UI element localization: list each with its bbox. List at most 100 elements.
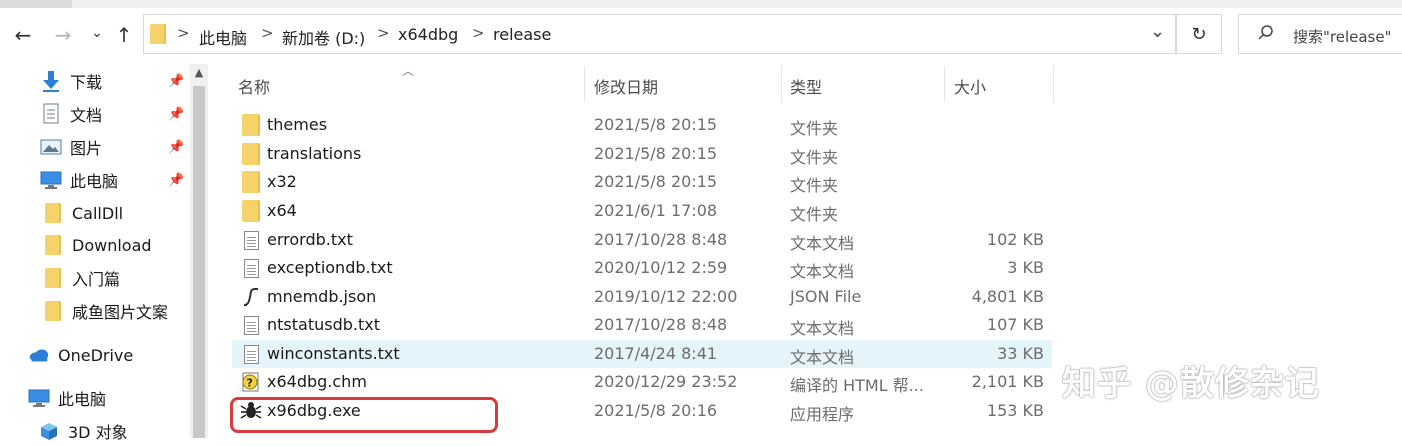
window-tab[interactable] [0, 0, 72, 8]
cloud-icon [28, 344, 50, 366]
file-row[interactable]: translations 2021/5/8 20:15 文件夹 [232, 140, 1052, 168]
column-divider[interactable] [584, 66, 585, 102]
file-name: winconstants.txt [267, 344, 400, 363]
forward-button[interactable]: → [50, 22, 76, 48]
sidebar-item-calldll[interactable]: CallDll [42, 198, 123, 228]
file-type: JSON File [790, 287, 862, 306]
breadcrumb-separator: > [377, 24, 390, 42]
sidebar-item-label: 文档 [70, 106, 103, 125]
pin-icon[interactable]: 📌 [168, 107, 184, 122]
folder-icon [240, 200, 262, 222]
sidebar-item-onedrive[interactable]: OneDrive [28, 340, 133, 370]
up-button[interactable]: ↑ [111, 22, 137, 48]
file-name: x32 [267, 172, 297, 191]
file-type: 文本文档 [790, 319, 855, 338]
column-header-modified[interactable]: 修改日期 [594, 74, 658, 98]
search-icon [1257, 24, 1275, 47]
file-date: 2017/10/28 8:48 [594, 230, 728, 249]
file-row-hovered[interactable]: winconstants.txt 2017/4/24 8:41 文本文档 33 … [232, 340, 1052, 368]
file-size: 4,801 KB [971, 287, 1044, 306]
sidebar-item-label: 此电脑 [58, 390, 107, 409]
file-date: 2017/4/24 8:41 [594, 344, 718, 363]
sidebar-item-pictures[interactable]: 图片 [40, 132, 102, 162]
sidebar-item-this-pc[interactable]: 此电脑 [28, 383, 106, 413]
file-row[interactable]: errordb.txt 2017/10/28 8:48 文本文档 102 KB [232, 226, 1052, 254]
sidebar-item-documents[interactable]: 文档 [40, 99, 102, 129]
file-size: 2,101 KB [971, 372, 1044, 391]
sidebar-item-getting-started[interactable]: 入门篇 [42, 263, 120, 293]
file-name: x64 [267, 201, 297, 220]
file-name: ntstatusdb.txt [267, 315, 380, 334]
help-file-icon: ? [240, 371, 262, 393]
breadcrumb-drive-d[interactable]: 新加卷 (D:) [282, 25, 365, 49]
file-date: 2021/6/1 17:08 [594, 201, 718, 220]
address-bar[interactable]: > 此电脑 > 新加卷 (D:) > x64dbg > release ⌄ [143, 14, 1176, 54]
breadcrumb-separator: > [261, 24, 274, 42]
file-date: 2019/10/12 22:00 [594, 287, 738, 306]
sidebar-item-label: 3D 对象 [68, 423, 128, 442]
sidebar-item-label: 下载 [70, 73, 103, 92]
search-box[interactable]: 搜索"release" [1238, 14, 1402, 54]
download-arrow-icon [40, 70, 62, 92]
file-name: themes [267, 115, 328, 134]
folder-icon [42, 300, 64, 322]
column-header-type[interactable]: 类型 [790, 74, 822, 98]
file-type: 编译的 HTML 帮... [790, 376, 924, 395]
column-divider[interactable] [1053, 66, 1054, 102]
column-divider[interactable] [944, 66, 945, 102]
file-row[interactable]: ntstatusdb.txt 2017/10/28 8:48 文本文档 107 … [232, 311, 1052, 339]
sidebar-item-label: 此电脑 [70, 172, 119, 191]
column-header-size[interactable]: 大小 [954, 74, 986, 98]
pin-icon[interactable]: 📌 [168, 74, 184, 89]
breadcrumb-separator: > [472, 24, 485, 42]
picture-icon [40, 136, 62, 158]
breadcrumb-separator: > [177, 24, 190, 42]
text-file-icon [240, 343, 262, 365]
file-row[interactable]: x64 2021/6/1 17:08 文件夹 [232, 197, 1052, 225]
sidebar-item-this-pc-quick[interactable]: 此电脑 [40, 165, 118, 195]
file-row[interactable]: ? x64dbg.chm 2020/12/29 23:52 编译的 HTML 帮… [232, 368, 1052, 396]
address-dropdown-icon[interactable]: ⌄ [1150, 21, 1165, 42]
computer-icon [28, 387, 50, 409]
breadcrumb-x64dbg[interactable]: x64dbg [398, 25, 458, 44]
file-type: 文本文档 [790, 234, 855, 253]
breadcrumb-release[interactable]: release [493, 25, 551, 44]
column-header-name[interactable]: 名称 [238, 74, 270, 98]
column-divider[interactable] [781, 66, 782, 102]
file-row[interactable]: themes 2021/5/8 20:15 文件夹 [232, 111, 1052, 139]
navigation-pane: 下载 📌 文档 📌 图片 📌 此电脑 📌 CallDll Download 入门… [0, 64, 190, 442]
file-size: 102 KB [986, 230, 1044, 249]
annotation-highlight-box [230, 397, 498, 433]
address-folder-icon [150, 24, 166, 44]
text-file-icon [240, 314, 262, 336]
sidebar-scrollbar-thumb[interactable] [193, 86, 205, 438]
pin-icon[interactable]: 📌 [168, 173, 184, 188]
file-size: 107 KB [986, 315, 1044, 334]
file-date: 2017/10/28 8:48 [594, 315, 728, 334]
watermark-text: 知乎 @散修杂记 [1062, 364, 1320, 404]
refresh-button[interactable]: ↻ [1176, 14, 1222, 54]
sidebar-item-download-folder[interactable]: Download [42, 230, 152, 260]
file-type: 文件夹 [790, 176, 839, 195]
file-row[interactable]: mnemdb.json 2019/10/12 22:00 JSON File 4… [232, 283, 1052, 311]
search-placeholder: 搜索"release" [1293, 28, 1392, 46]
pin-icon[interactable]: 📌 [168, 140, 184, 155]
sidebar-item-downloads[interactable]: 下载 [40, 66, 102, 96]
file-name: mnemdb.json [267, 287, 377, 306]
file-date: 2021/5/8 20:15 [594, 172, 718, 191]
sidebar-item-3d-objects[interactable]: 3D 对象 [38, 416, 128, 446]
file-row[interactable]: exceptiondb.txt 2020/10/12 2:59 文本文档 3 K… [232, 254, 1052, 282]
file-row[interactable]: x32 2021/5/8 20:15 文件夹 [232, 168, 1052, 196]
breadcrumb-this-pc[interactable]: 此电脑 [199, 25, 247, 49]
file-name: translations [267, 144, 362, 163]
file-name: x64dbg.chm [267, 372, 367, 391]
folder-icon [42, 202, 64, 224]
sidebar-item-label: OneDrive [58, 345, 134, 365]
file-size: 153 KB [986, 401, 1044, 420]
file-date: 2020/10/12 2:59 [594, 258, 728, 277]
sidebar-item-xianyu-pictures[interactable]: 咸鱼图片文案 [42, 296, 168, 326]
recent-locations-button[interactable]: ⌄ [84, 20, 110, 46]
scroll-up-arrow-icon[interactable]: ▲ [190, 66, 208, 84]
json-file-icon [240, 286, 262, 308]
back-button[interactable]: ← [10, 22, 36, 48]
